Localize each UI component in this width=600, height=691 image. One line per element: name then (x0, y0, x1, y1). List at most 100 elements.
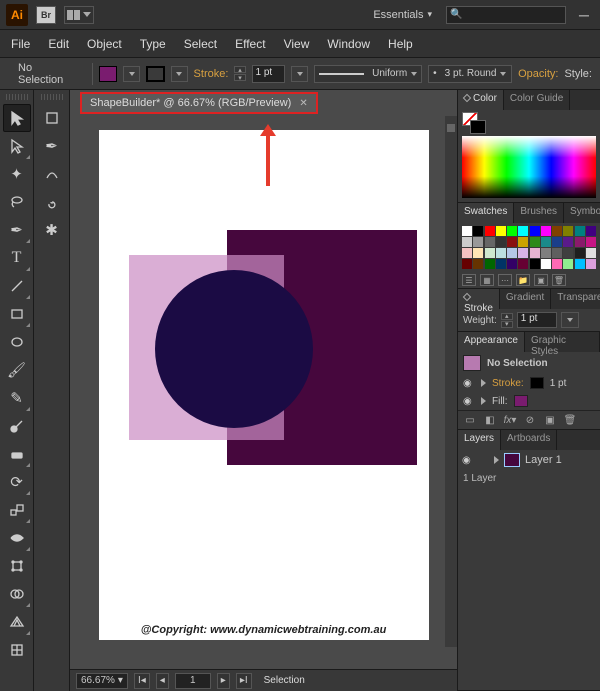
last-artboard-button[interactable]: ▸I (236, 673, 252, 689)
type-tool[interactable]: T (3, 244, 31, 272)
free-transform-tool[interactable] (3, 552, 31, 580)
variable-width-profile-dropdown[interactable]: Uniform (314, 65, 422, 83)
arrange-documents-button[interactable] (64, 6, 94, 24)
swatch[interactable] (575, 259, 585, 269)
paintbrush-tool[interactable]: 🖌 (3, 356, 31, 384)
color-spectrum[interactable] (462, 136, 596, 198)
lasso-tool[interactable] (3, 188, 31, 216)
swatch[interactable] (563, 226, 573, 236)
swatch[interactable] (473, 259, 483, 269)
pen-alt-icon[interactable]: ✒ (38, 132, 66, 160)
swatch[interactable] (507, 259, 517, 269)
tab-artboards[interactable]: Artboards (501, 430, 557, 450)
swatch[interactable] (530, 237, 540, 247)
swatch[interactable] (507, 226, 517, 236)
tab-appearance[interactable]: Appearance (458, 332, 525, 352)
tab-color[interactable]: Color (458, 90, 504, 110)
stroke-label[interactable]: Stroke: (194, 68, 229, 80)
swatch[interactable] (518, 248, 528, 258)
swatch-libraries-icon[interactable]: ☰ (462, 274, 476, 286)
fill-dropdown[interactable] (123, 66, 140, 82)
swatch[interactable] (518, 226, 528, 236)
shape-circle[interactable] (155, 270, 313, 428)
stroke-color-swatch[interactable] (146, 66, 165, 82)
swatch[interactable] (485, 226, 495, 236)
swatch[interactable] (575, 226, 585, 236)
visibility-toggle-icon[interactable]: ◉ (463, 396, 475, 407)
close-tab-icon[interactable]: ✕ (299, 98, 307, 109)
swatch[interactable] (473, 237, 483, 247)
swatch[interactable] (541, 248, 551, 258)
swatch[interactable] (563, 237, 573, 247)
menu-select[interactable]: Select (175, 32, 226, 56)
layer-disclosure-icon[interactable] (494, 456, 499, 464)
visibility-toggle-icon[interactable]: ◉ (463, 378, 475, 389)
swatch[interactable] (462, 237, 472, 247)
swatch[interactable] (563, 259, 573, 269)
swatch[interactable] (586, 226, 596, 236)
symbol-tool-icon[interactable]: ✱ (38, 216, 66, 244)
swatch[interactable] (586, 237, 596, 247)
tab-symbols[interactable]: Symbols (564, 203, 600, 223)
stroke-weight-spinner-panel[interactable]: ▴▾ (501, 313, 513, 328)
layer-row[interactable]: ◉ Layer 1 (458, 450, 600, 470)
prev-artboard-button[interactable]: ◂ (156, 673, 169, 689)
tab-brushes[interactable]: Brushes (514, 203, 564, 223)
mesh-tool[interactable] (3, 636, 31, 664)
opacity-label[interactable]: Opacity: (518, 68, 558, 80)
width-tool[interactable] (3, 524, 31, 552)
stroke-weight-spinner[interactable]: ▴▾ (234, 66, 245, 81)
swatch[interactable] (462, 248, 472, 258)
selection-tool[interactable] (3, 104, 31, 132)
swatch[interactable] (462, 226, 472, 236)
zoom-level-dropdown[interactable]: 66.67%▾ (76, 673, 128, 689)
next-artboard-button[interactable]: ▸ (217, 673, 230, 689)
swatch[interactable] (541, 226, 551, 236)
shape-builder-tool[interactable] (3, 580, 31, 608)
swatch-kind-icon[interactable]: ▦ (480, 274, 494, 286)
artboard-tool-icon[interactable] (38, 104, 66, 132)
tab-transparency[interactable]: Transparency (551, 289, 600, 309)
tab-layers[interactable]: Layers (458, 430, 501, 450)
menu-edit[interactable]: Edit (39, 32, 78, 56)
blob-brush-tool[interactable] (3, 412, 31, 440)
stroke-weight-field[interactable]: 1 pt (252, 65, 286, 83)
bridge-icon[interactable]: Br (36, 6, 56, 24)
tab-stroke[interactable]: Stroke (458, 289, 500, 309)
swatch[interactable] (473, 248, 483, 258)
swatch[interactable] (575, 248, 585, 258)
appearance-stroke-swatch[interactable] (530, 377, 544, 389)
document-tab[interactable]: ShapeBuilder* @ 66.67% (RGB/Preview) ✕ (80, 92, 318, 114)
swatch[interactable] (552, 237, 562, 247)
disclosure-icon[interactable] (481, 397, 486, 405)
delete-swatch-icon[interactable]: 🗑 (552, 274, 566, 286)
swatch[interactable] (462, 259, 472, 269)
artboard[interactable]: @Copyright: www.dynamicwebtraining.com.a… (99, 130, 429, 640)
search-field[interactable]: 🔍 (446, 6, 566, 24)
duplicate-item-icon[interactable]: ▣ (542, 413, 558, 427)
rectangle-tool[interactable] (3, 300, 31, 328)
swatch[interactable] (473, 226, 483, 236)
magic-wand-tool[interactable]: ✦ (3, 160, 31, 188)
vertical-scrollbar[interactable] (445, 116, 457, 647)
menu-view[interactable]: View (275, 32, 319, 56)
swatch[interactable] (496, 259, 506, 269)
menu-effect[interactable]: Effect (226, 32, 274, 56)
fill-color-swatch[interactable] (99, 66, 118, 82)
canvas[interactable]: @Copyright: www.dynamicwebtraining.com.a… (70, 116, 457, 669)
add-new-stroke-icon[interactable]: ▭ (462, 413, 478, 427)
swatch[interactable] (530, 248, 540, 258)
swatch[interactable] (507, 248, 517, 258)
curvature-tool-icon[interactable] (38, 160, 66, 188)
swatch[interactable] (552, 259, 562, 269)
stroke-black-icon[interactable] (470, 120, 486, 134)
panel-grip-icon[interactable] (6, 94, 28, 100)
swatch-options-icon[interactable]: ⋯ (498, 274, 512, 286)
first-artboard-button[interactable]: I◂ (134, 673, 150, 689)
pencil-tool[interactable]: ✎ (3, 384, 31, 412)
pen-tool[interactable]: ✒ (3, 216, 31, 244)
stroke-dropdown[interactable] (171, 66, 188, 82)
ellipse-shape-icon[interactable] (3, 328, 31, 356)
swatch[interactable] (518, 237, 528, 247)
swatch[interactable] (586, 248, 596, 258)
